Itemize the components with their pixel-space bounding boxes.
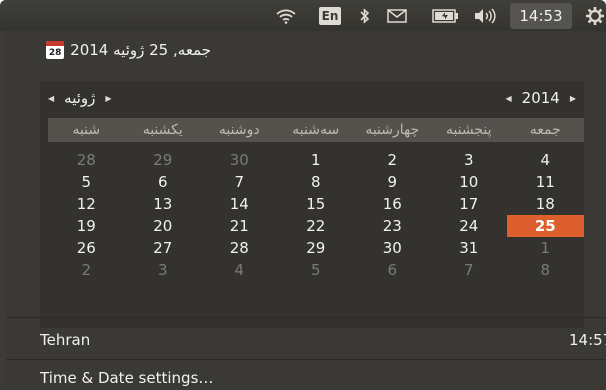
keyboard-layout-label: En (318, 7, 342, 25)
weekday-label: جمعه (529, 122, 561, 138)
current-date-label: جمعه, 25 ژوئیه 2014 (70, 41, 211, 59)
calendar-day[interactable]: 24 (431, 215, 508, 237)
weekday-label: پنجشنبه (445, 122, 492, 138)
calendar-day[interactable]: 7 (201, 171, 278, 193)
calendar-day[interactable]: 7 (431, 259, 508, 281)
calendar-day[interactable]: 29 (125, 149, 202, 171)
weekday-label: دوشنبه (218, 122, 260, 138)
calendar-day[interactable]: 8 (278, 171, 355, 193)
calendar-day[interactable]: 23 (354, 215, 431, 237)
calendar-day[interactable]: 18 (507, 193, 584, 215)
calendar-week: 12 13 14 15 16 17 18 (48, 193, 584, 215)
calendar-day[interactable]: 4 (507, 149, 584, 171)
next-month-arrow[interactable]: ▶ (105, 94, 111, 103)
calendar-week: 2 3 4 5 6 7 8 (48, 259, 584, 281)
calendar-day[interactable]: 19 (48, 215, 125, 237)
calendar-day[interactable]: 3 (125, 259, 202, 281)
calendar-day[interactable]: 28 (201, 237, 278, 259)
bluetooth-icon[interactable] (356, 4, 374, 28)
current-date: 28 جمعه, 25 ژوئیه 2014 (46, 41, 211, 59)
calendar-day[interactable]: 20 (125, 215, 202, 237)
separator (6, 359, 606, 360)
calendar-day[interactable]: 2 (48, 259, 125, 281)
calendar-day[interactable]: 28 (48, 149, 125, 171)
calendar-week: 26 27 28 29 30 31 1 (48, 237, 584, 259)
previous-year-arrow[interactable]: ◀ (506, 94, 512, 103)
calendar-day[interactable]: 14 (201, 193, 278, 215)
calendar-day[interactable]: 2 (354, 149, 431, 171)
next-year-arrow[interactable]: ▶ (570, 94, 576, 103)
calendar-day[interactable]: 4 (201, 259, 278, 281)
calendar-day[interactable]: 5 (278, 259, 355, 281)
weekday-header: شنبه یکشنبه دوشنبه سه‌شنبه چهارشنبه پنجش… (48, 118, 584, 142)
year-navigation: ◀ 2014 ▶ (506, 81, 577, 115)
calendar-day-selected[interactable]: 25 (507, 215, 584, 237)
time-date-settings-item[interactable]: Time & Date settings… (40, 369, 213, 387)
clock-indicator[interactable]: 14:53 (510, 3, 572, 29)
calendar-day[interactable]: 3 (431, 149, 508, 171)
weekday-label: یکشنبه (142, 122, 183, 138)
previous-month-arrow[interactable]: ◀ (48, 94, 54, 103)
calendar-day[interactable]: 8 (507, 259, 584, 281)
calendar-day[interactable]: 1 (278, 149, 355, 171)
month-navigation: ◀ ژوئیه ▶ (48, 81, 112, 115)
calendar-day[interactable]: 10 (431, 171, 508, 193)
calendar-day[interactable]: 15 (278, 193, 355, 215)
calendar-day[interactable]: 6 (354, 259, 431, 281)
wifi-icon[interactable] (273, 4, 299, 28)
top-bar: En 14:53 (0, 0, 606, 31)
calendar-day[interactable]: 26 (48, 237, 125, 259)
calendar: ◀ ژوئیه ▶ ◀ 2014 ▶ شنبه یکشنبه دوشنبه سه… (40, 81, 584, 328)
calendar-day[interactable]: 27 (125, 237, 202, 259)
calendar-day[interactable]: 29 (278, 237, 355, 259)
calendar-day[interactable]: 22 (278, 215, 355, 237)
keyboard-layout-icon[interactable]: En (317, 4, 343, 28)
calendar-day[interactable]: 16 (354, 193, 431, 215)
datetime-menu: 28 جمعه, 25 ژوئیه 2014 ◀ ژوئیه ▶ ◀ 2014 … (6, 31, 606, 390)
calendar-day[interactable]: 30 (201, 149, 278, 171)
calendar-week: 19 20 21 22 23 24 25 (48, 215, 584, 237)
volume-icon[interactable] (470, 4, 500, 28)
calendar-day[interactable]: 1 (507, 237, 584, 259)
calendar-day[interactable]: 12 (48, 193, 125, 215)
calendar-day[interactable]: 21 (201, 215, 278, 237)
calendar-day[interactable]: 13 (125, 193, 202, 215)
mail-icon[interactable] (385, 4, 409, 28)
calendar-day[interactable]: 5 (48, 171, 125, 193)
calendar-day[interactable]: 31 (431, 237, 508, 259)
location-name[interactable]: Tehran (40, 331, 90, 349)
calendar-day[interactable]: 30 (354, 237, 431, 259)
year-label: 2014 (521, 89, 560, 107)
separator (6, 317, 606, 318)
calendar-day[interactable]: 17 (431, 193, 508, 215)
month-label: ژوئیه (64, 89, 96, 107)
calendar-icon: 28 (46, 41, 65, 59)
calendar-week: 28 29 30 1 2 3 4 (48, 149, 584, 171)
battery-icon[interactable] (430, 4, 462, 28)
weekday-label: چهارشنبه (365, 122, 420, 138)
calendar-week: 5 6 7 8 9 10 11 (48, 171, 584, 193)
calendar-day[interactable]: 11 (507, 171, 584, 193)
gear-icon[interactable] (584, 4, 606, 28)
location-time: 14:57 (569, 331, 606, 349)
weekday-label: سه‌شنبه (292, 122, 340, 138)
weekday-label: شنبه (72, 122, 101, 138)
calendar-grid: 28 29 30 1 2 3 4 5 6 7 8 9 10 11 12 13 1… (48, 149, 584, 281)
calendar-day[interactable]: 6 (125, 171, 202, 193)
indicator-panel: En 14:53 28 جمعه, 25 ژوئیه 2014 ◀ ژوئیه … (0, 0, 606, 390)
calendar-day[interactable]: 9 (354, 171, 431, 193)
